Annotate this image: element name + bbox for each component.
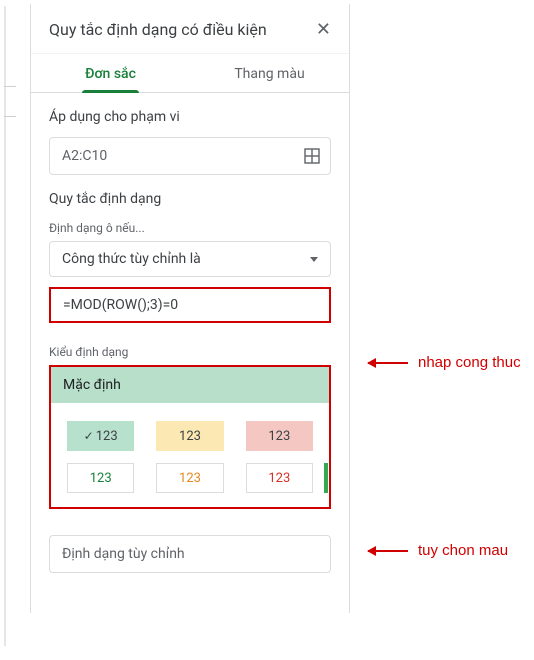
condition-select[interactable]: Công thức tùy chỉnh là bbox=[49, 241, 331, 277]
swatch-red-outline[interactable]: 123 bbox=[246, 463, 313, 493]
range-label: Áp dụng cho phạm vi bbox=[49, 109, 331, 125]
range-section: Áp dụng cho phạm vi A2:C10 bbox=[31, 93, 349, 175]
swatch-grid: ✓123 123 123 123 123 123 bbox=[51, 403, 329, 493]
arrow-left-icon bbox=[368, 550, 408, 552]
conditional-format-panel: Quy tắc định dạng có điều kiện ✕ Đơn sắc… bbox=[30, 4, 350, 613]
swatch-sample: 123 bbox=[179, 429, 201, 444]
annotation-text: tuy chon mau bbox=[418, 542, 508, 559]
check-icon: ✓ bbox=[84, 429, 94, 443]
swatch-sample: 123 bbox=[268, 429, 290, 444]
tabs: Đơn sắc Thang màu bbox=[31, 53, 349, 93]
tab-label: Đơn sắc bbox=[85, 66, 136, 82]
swatch-sample: 123 bbox=[268, 471, 290, 486]
arrow-left-icon bbox=[368, 362, 408, 364]
range-input[interactable]: A2:C10 bbox=[49, 137, 331, 175]
swatch-sample: 123 bbox=[179, 471, 201, 486]
tab-single-color[interactable]: Đơn sắc bbox=[31, 54, 190, 92]
custom-format-button[interactable]: Định dạng tùy chỉnh bbox=[49, 535, 331, 573]
default-style-header[interactable]: Mặc định bbox=[51, 367, 329, 403]
swatch-red-fill[interactable]: 123 bbox=[246, 421, 313, 451]
swatch-green-fill[interactable]: ✓123 bbox=[67, 421, 134, 451]
left-gutter bbox=[4, 6, 6, 646]
panel-header: Quy tắc định dạng có điều kiện ✕ bbox=[31, 4, 349, 53]
swatch-sample: 123 bbox=[90, 471, 112, 486]
style-sublabel: Kiểu định dạng bbox=[49, 345, 331, 359]
rules-label: Quy tắc định dạng bbox=[49, 191, 331, 207]
dropdown-caret-icon bbox=[310, 257, 318, 262]
formula-value: =MOD(ROW();3)=0 bbox=[63, 297, 178, 313]
annotation-style: tuy chon mau bbox=[368, 542, 508, 559]
panel-title: Quy tắc định dạng có điều kiện bbox=[49, 20, 267, 39]
style-presets: Mặc định ✓123 123 123 123 123 bbox=[49, 365, 331, 509]
condition-sublabel: Định dạng ô nếu... bbox=[49, 221, 331, 235]
swatch-green-outline[interactable]: 123 bbox=[67, 463, 134, 493]
swatch-yellow-outline[interactable]: 123 bbox=[156, 463, 223, 493]
condition-value: Công thức tùy chỉnh là bbox=[62, 251, 201, 267]
tab-label: Thang màu bbox=[234, 66, 304, 82]
scroll-indicator bbox=[324, 463, 328, 493]
gutter-tick bbox=[4, 86, 16, 87]
annotation-formula: nhap cong thuc bbox=[368, 354, 521, 371]
gutter-tick bbox=[4, 116, 16, 117]
custom-format-label: Định dạng tùy chỉnh bbox=[62, 546, 185, 562]
swatch-yellow-fill[interactable]: 123 bbox=[156, 421, 223, 451]
annotation-text: nhap cong thuc bbox=[418, 354, 521, 371]
tab-color-scale[interactable]: Thang màu bbox=[190, 54, 349, 92]
formula-input[interactable]: =MOD(ROW();3)=0 bbox=[49, 287, 331, 323]
rules-section: Quy tắc định dạng Định dạng ô nếu... Côn… bbox=[31, 175, 349, 509]
default-style-label: Mặc định bbox=[63, 377, 121, 393]
close-icon[interactable]: ✕ bbox=[316, 21, 331, 39]
swatch-sample: 123 bbox=[96, 429, 118, 444]
select-range-icon[interactable] bbox=[304, 148, 320, 164]
range-value: A2:C10 bbox=[62, 148, 107, 164]
